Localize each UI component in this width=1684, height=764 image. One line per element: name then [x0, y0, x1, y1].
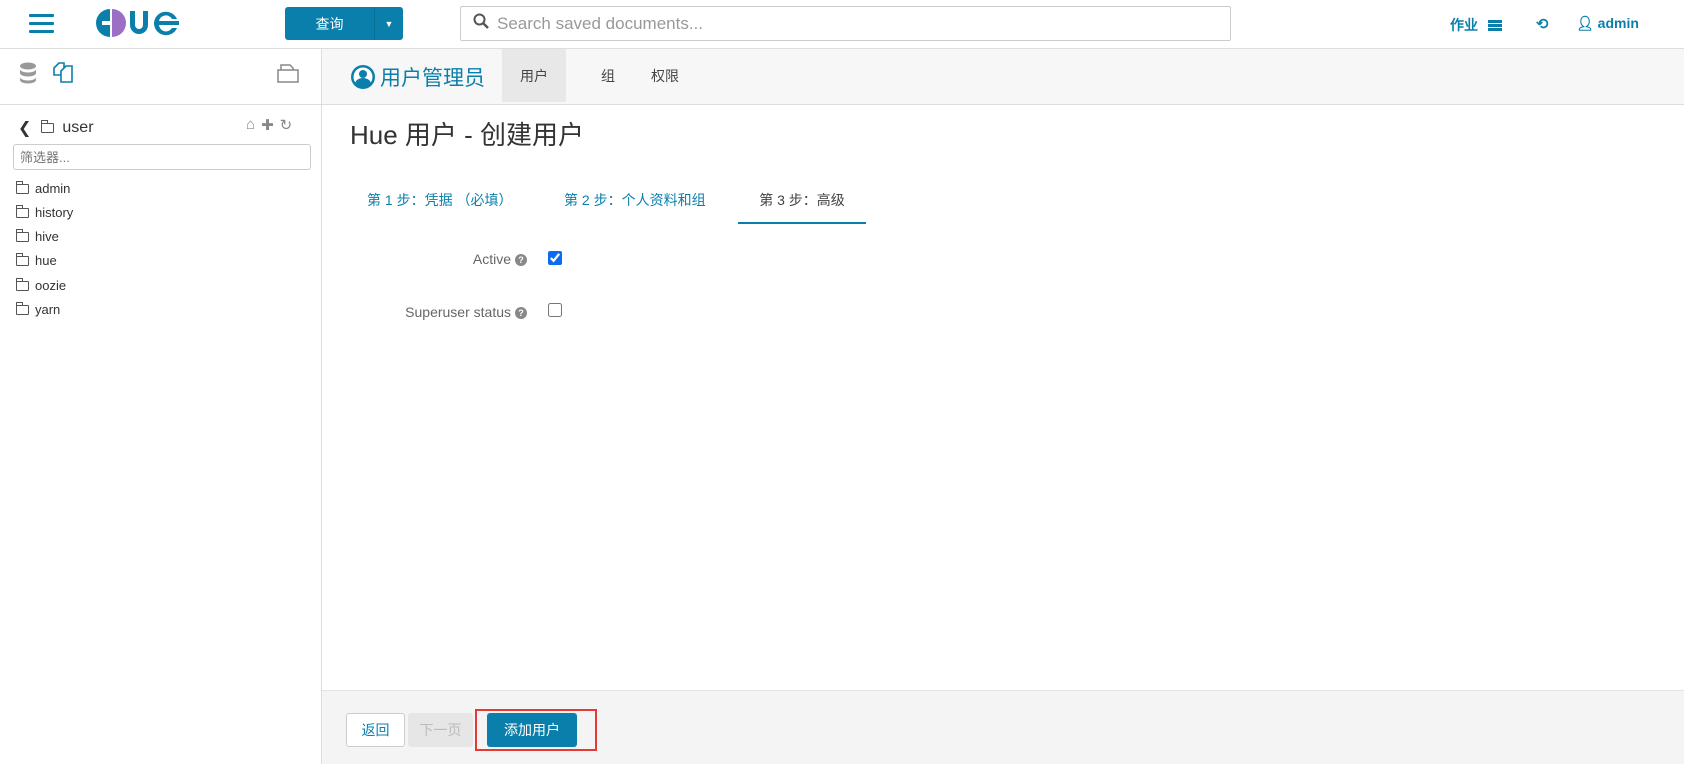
jobs-button[interactable]: 作业: [1450, 15, 1502, 35]
folder-icon: [16, 252, 29, 266]
documents-icon[interactable]: [52, 62, 74, 89]
item-label: history: [35, 205, 74, 220]
open-folder-icon[interactable]: [276, 62, 300, 89]
step-advanced[interactable]: 第 3 步：高级: [738, 190, 866, 224]
menu-icon[interactable]: [29, 14, 54, 34]
list-item[interactable]: admin: [16, 180, 71, 196]
user-menu[interactable]: 👤︎ admin: [1576, 15, 1639, 32]
list-item[interactable]: yarn: [16, 301, 61, 317]
current-folder: user: [62, 119, 94, 136]
username: admin: [1597, 15, 1639, 31]
superuser-label-text: Superuser status: [405, 304, 511, 320]
app-navbar: 用户管理员 用户 组 权限: [322, 49, 1684, 105]
app-title-text: 用户管理员: [380, 67, 485, 90]
item-label: admin: [35, 181, 71, 196]
tab-groups[interactable]: 组: [586, 49, 630, 102]
jobs-label: 作业: [1450, 17, 1478, 33]
list-item[interactable]: history: [16, 204, 74, 220]
folder-actions: ⌂ ✚ ↻: [246, 116, 292, 134]
filter-input[interactable]: [13, 144, 311, 170]
jobs-icon: [1487, 20, 1502, 31]
home-icon[interactable]: ⌂: [246, 116, 255, 134]
folder-icon: [16, 277, 29, 291]
list-item[interactable]: oozie: [16, 277, 67, 293]
help-icon[interactable]: ?: [515, 254, 527, 266]
superuser-label: Superuser status?: [327, 304, 527, 320]
left-sidebar: ❮ user ⌂ ✚ ↻ admin history hive hue oozi…: [0, 49, 322, 764]
folder-icon: [16, 228, 29, 242]
plus-icon[interactable]: ✚: [261, 116, 274, 134]
next-button[interactable]: 下一页: [408, 713, 473, 747]
back-button[interactable]: 返回: [346, 713, 405, 747]
search-box: [460, 6, 1231, 41]
folder-icon: [16, 180, 29, 194]
query-button[interactable]: 查询: [285, 7, 375, 40]
sidebar-icons: [0, 49, 321, 105]
active-label: Active?: [327, 251, 527, 267]
folder-icon: [16, 204, 29, 218]
folder-breadcrumb: ❮ user: [18, 118, 94, 138]
list-item[interactable]: hive: [16, 228, 59, 244]
item-label: hue: [35, 253, 57, 268]
item-label: yarn: [35, 302, 61, 317]
form-footer: 返回 下一页 添加用户: [322, 690, 1684, 764]
step-profile-groups[interactable]: 第 2 步：个人资料和组: [564, 190, 706, 210]
tab-users[interactable]: 用户: [502, 49, 566, 102]
database-icon[interactable]: [19, 62, 37, 89]
app-title[interactable]: 用户管理员: [350, 62, 485, 92]
highlight-box: [475, 709, 597, 751]
top-navbar: 查询 ▼ 作业 ⟲ 👤︎ admin: [0, 0, 1684, 49]
help-icon[interactable]: ?: [515, 307, 527, 319]
list-item[interactable]: hue: [16, 252, 57, 268]
folder-icon: [16, 301, 29, 315]
history-icon[interactable]: ⟲: [1536, 15, 1549, 33]
tab-permissions[interactable]: 权限: [640, 49, 690, 102]
user-icon: 👤︎: [1576, 15, 1594, 31]
search-input[interactable]: [497, 13, 1230, 34]
step-credentials[interactable]: 第 1 步：凭据 （必填）: [367, 190, 512, 210]
refresh-icon[interactable]: ↻: [280, 116, 293, 134]
query-button-group: 查询 ▼: [285, 7, 403, 40]
item-label: oozie: [35, 278, 67, 293]
query-dropdown-toggle[interactable]: ▼: [375, 7, 403, 40]
page-title: Hue 用户 - 创建用户: [350, 120, 585, 150]
hue-logo[interactable]: [94, 6, 200, 48]
active-checkbox[interactable]: [548, 251, 562, 265]
item-label: hive: [35, 229, 59, 244]
superuser-checkbox[interactable]: [548, 303, 562, 317]
active-label-text: Active: [472, 251, 511, 267]
search-icon: [473, 13, 489, 34]
back-chevron-icon[interactable]: ❮: [18, 118, 31, 138]
folder-icon: [41, 120, 55, 133]
user-admin-icon: [351, 65, 375, 89]
